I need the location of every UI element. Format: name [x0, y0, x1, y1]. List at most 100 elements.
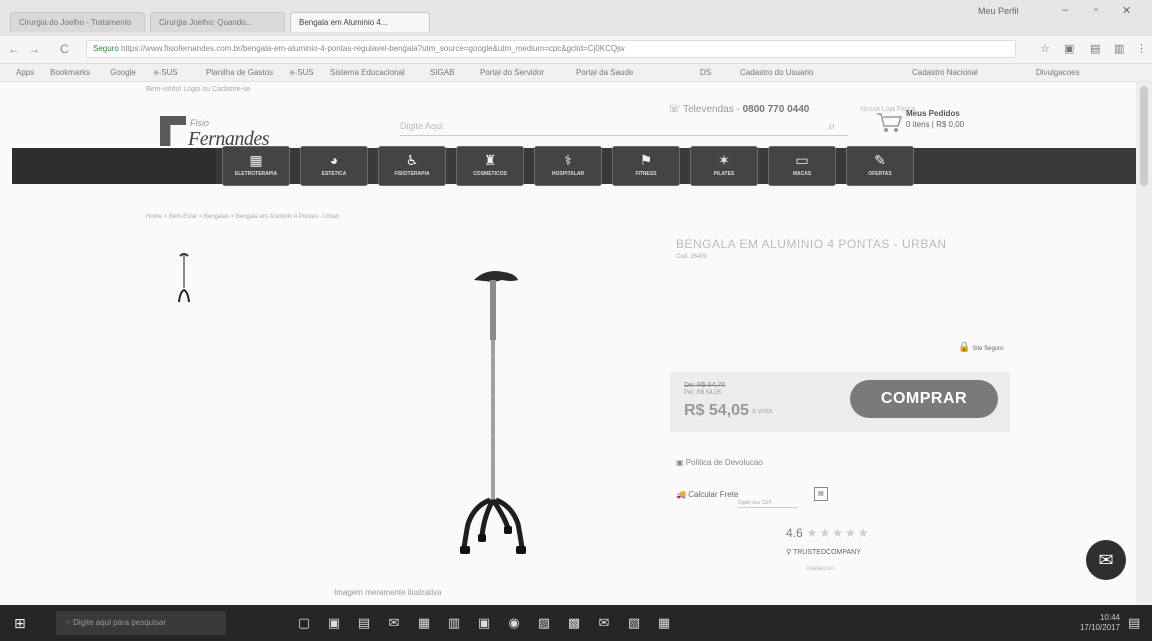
- televendas: ☏ Televendas - 0800 770 0440: [668, 104, 809, 115]
- bookmark-item[interactable]: Google: [110, 68, 136, 77]
- current-price: R$ 54,05: [684, 402, 749, 419]
- bookmark-item[interactable]: Cadastro Nacional: [912, 68, 978, 77]
- extension-icon[interactable]: ▥: [1114, 42, 1124, 55]
- bookmark-item[interactable]: Portal do Servidor: [480, 68, 544, 77]
- app-icon[interactable]: ▣: [476, 615, 492, 631]
- reload-icon[interactable]: C: [60, 42, 69, 56]
- app-icon[interactable]: ▦: [416, 615, 432, 631]
- forward-icon[interactable]: →: [28, 42, 40, 56]
- category-macas[interactable]: ▭ Macas: [768, 146, 836, 186]
- bookmark-item[interactable]: Bookmarks: [50, 68, 90, 77]
- notification-icon[interactable]: ▤: [1128, 615, 1140, 631]
- app-icon[interactable]: ▦: [656, 615, 672, 631]
- category-fisioterapia[interactable]: ♿ Fisioterapia: [378, 146, 446, 186]
- extension-icon[interactable]: ▤: [1090, 42, 1100, 55]
- browser-titlebar: Cirurgia do Joelho - Tratamento Cirurgia…: [0, 0, 1152, 36]
- rating-stars: ★★★★★: [806, 526, 871, 540]
- category-hospitalar[interactable]: ⚕ Hospitalar: [534, 146, 602, 186]
- chat-icon[interactable]: ✉: [1086, 540, 1126, 580]
- register-link[interactable]: Bem-vindo! Login ou Cadastre-se: [146, 86, 250, 93]
- menu-icon[interactable]: ⋮: [1136, 42, 1147, 55]
- browser-tab[interactable]: Cirurgia do Joelho - Tratamento: [10, 12, 145, 32]
- back-icon[interactable]: ←: [8, 42, 20, 56]
- bookmark-item[interactable]: Planilha de Gastos: [206, 68, 273, 77]
- breadcrumb[interactable]: Home > Bem-Estar > Bengalas > Bengala em…: [146, 214, 339, 220]
- price-box: De: R$ 64,70 Por: R$ 54,05 R$ 54,05 a vi…: [670, 372, 1010, 432]
- cart-icon[interactable]: [876, 112, 903, 134]
- scroll-thumb[interactable]: [1140, 86, 1148, 186]
- search-placeholder: Digite Aqui: [400, 121, 444, 131]
- app-icon[interactable]: ▨: [536, 615, 552, 631]
- extension-icon[interactable]: ▣: [1064, 42, 1074, 55]
- old-price: De: R$ 64,70: [684, 382, 726, 389]
- bookmark-item[interactable]: e-SUS: [154, 68, 178, 77]
- maximize-icon[interactable]: ▫: [1094, 4, 1098, 16]
- shipping-label: Calcular Frete: [688, 490, 739, 499]
- bookmark-item[interactable]: DS: [700, 68, 711, 77]
- product-image[interactable]: [454, 266, 534, 566]
- category-pilates[interactable]: ✶ Pilates: [690, 146, 758, 186]
- category-estetica[interactable]: ◕ Estetica: [300, 146, 368, 186]
- safe-site-badge: 🔒 Site Seguro: [958, 342, 1004, 353]
- category-label: Fisioterapia: [394, 171, 430, 177]
- bookmark-item[interactable]: Portal da Saude: [576, 68, 633, 77]
- category-menu-button[interactable]: [12, 148, 216, 184]
- safe-label: Site Seguro: [972, 346, 1004, 352]
- phone-icon: ☏: [668, 104, 684, 115]
- category-eletroterapia[interactable]: ▦ Eletroterapia: [222, 146, 290, 186]
- close-icon[interactable]: ✕: [1122, 4, 1131, 17]
- category-cosmeticos[interactable]: ♜ Cosmeticos: [456, 146, 524, 186]
- lock-icon: 🔒: [958, 342, 971, 353]
- bookmark-item[interactable]: SIGAB: [430, 68, 454, 77]
- browser-tab[interactable]: Cirurgia Joelho: Quando...: [150, 12, 285, 32]
- minimize-icon[interactable]: –: [1062, 4, 1068, 16]
- system-clock[interactable]: 10:44 17/10/2017: [1010, 613, 1120, 633]
- trusted-company-link[interactable]: ⚲ TRUSTEDCOMPANY: [786, 548, 861, 556]
- cart-summary[interactable]: Meus Pedidos 0 itens | R$ 0,00: [906, 108, 964, 130]
- tab-label: Cirurgia Joelho: Quando...: [159, 18, 253, 27]
- scrollbar[interactable]: [1136, 82, 1152, 605]
- browser-user[interactable]: Meu Perfil: [978, 6, 1019, 16]
- category-ofertas[interactable]: ✎ Ofertas: [846, 146, 914, 186]
- windows-start-icon[interactable]: ⊞: [14, 615, 30, 631]
- category-fitness[interactable]: ⚑ Fitness: [612, 146, 680, 186]
- search-icon[interactable]: ⌕: [828, 118, 835, 134]
- app-icon[interactable]: ▣: [326, 615, 342, 631]
- task-view-icon[interactable]: ▢: [296, 615, 312, 631]
- bookmark-item[interactable]: e-SUS: [290, 68, 314, 77]
- mail-icon[interactable]: ✉: [596, 615, 612, 631]
- app-icon[interactable]: ▩: [566, 615, 582, 631]
- bookmark-item[interactable]: Divulgacoes: [1036, 68, 1080, 77]
- url-text: https://www.fisiofernandes.com.br/bengal…: [121, 44, 625, 53]
- bookmark-item[interactable]: Sistema Educacional: [330, 68, 405, 77]
- pin-icon: ⚲: [786, 549, 793, 556]
- category-label: Cosmeticos: [473, 171, 507, 177]
- app-icon[interactable]: ▧: [626, 615, 642, 631]
- url-input[interactable]: Seguro https://www.fisiofernandes.com.br…: [86, 40, 1016, 58]
- app-icon[interactable]: ▤: [356, 615, 372, 631]
- browser-tab-active[interactable]: Bengala em Aluminio 4...: [290, 12, 430, 32]
- taskbar-search[interactable]: ○ Digite aqui para pesquisar: [56, 611, 226, 635]
- star-icon[interactable]: ☆: [1040, 42, 1050, 55]
- return-label: Politica de Devolucao: [685, 458, 763, 467]
- cortana-icon: ○: [66, 618, 74, 627]
- app-icon[interactable]: ✉: [386, 615, 402, 631]
- chrome-icon[interactable]: ◉: [506, 615, 522, 631]
- buy-button[interactable]: COMPRAR: [850, 380, 998, 418]
- tab-label: Cirurgia do Joelho - Tratamento: [19, 18, 132, 27]
- return-policy-link[interactable]: ▣ Politica de Devolucao: [676, 458, 763, 467]
- search-input[interactable]: Digite Aqui ⌕: [400, 118, 848, 136]
- phone-number: 0800 770 0440: [742, 104, 810, 115]
- bookmark-item[interactable]: Cadastro do Usuario: [740, 68, 813, 77]
- cep-input[interactable]: Digite seu CEP: [738, 500, 798, 508]
- cart-subtitle: 0 itens | R$ 0,00: [906, 120, 965, 129]
- category-label: Eletroterapia: [234, 171, 278, 177]
- app-icon[interactable]: ▥: [446, 615, 462, 631]
- bed-icon: ▭: [795, 152, 809, 168]
- product-thumbnail[interactable]: [174, 250, 194, 310]
- clock-date: 17/10/2017: [1079, 623, 1120, 632]
- tab-label: Bengala em Aluminio 4...: [299, 18, 388, 27]
- pilates-icon: ✶: [718, 152, 730, 168]
- calculator-icon: ▦: [249, 152, 263, 168]
- bookmark-item[interactable]: Apps: [16, 68, 34, 77]
